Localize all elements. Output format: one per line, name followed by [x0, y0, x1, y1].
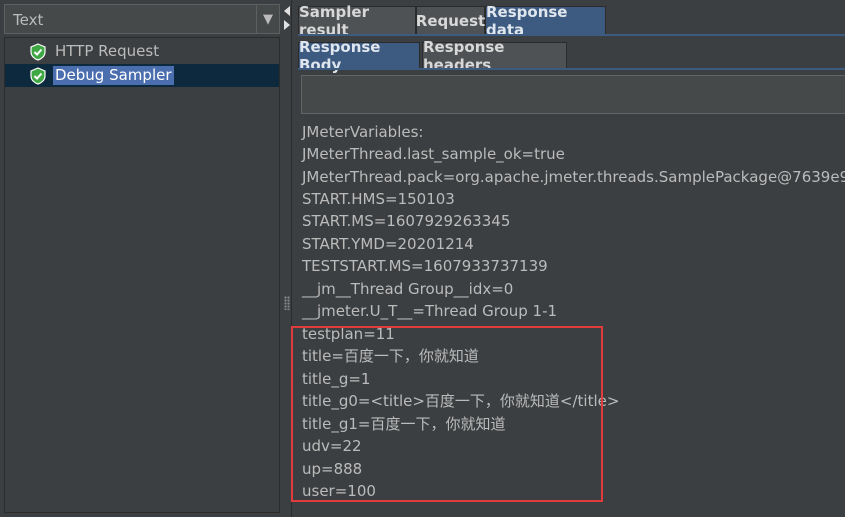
tree-item-debug-sampler[interactable]: Debug Sampler [5, 64, 279, 87]
response-line: TESTSTART.MS=1607933737139 [302, 257, 548, 275]
response-line: JMeterThread.last_sample_ok=true [302, 145, 565, 163]
results-tree: HTTP Request Debug Sampler [4, 37, 280, 513]
response-line: __jmeter.U_T__=Thread Group 1-1 [302, 302, 558, 320]
tab-response-data[interactable]: Response data [485, 3, 606, 39]
chevron-down-icon[interactable]: ▼ [256, 5, 279, 33]
renderer-select-value: Text [13, 11, 44, 29]
tab-underline [298, 68, 845, 70]
tree-item-http-request[interactable]: HTTP Request [5, 40, 279, 63]
shield-check-icon [30, 43, 46, 61]
tab-request[interactable]: Request [416, 6, 485, 35]
tree-item-label: Debug Sampler [53, 66, 174, 85]
highlight-annotation-box [291, 326, 603, 502]
shield-check-icon [30, 67, 46, 85]
response-line: JMeterThread.pack=org.apache.jmeter.thre… [302, 168, 845, 186]
results-tree-panel: Text ▼ HTTP Request Debug Sampler [0, 0, 285, 517]
expand-right-icon[interactable] [283, 20, 291, 30]
drag-grip-icon[interactable] [284, 296, 290, 310]
response-line: JMeterVariables: [302, 123, 424, 141]
tab-response-body[interactable]: Response Body [298, 38, 420, 74]
renderer-select[interactable]: Text ▼ [4, 4, 280, 34]
response-line: START.HMS=150103 [302, 190, 455, 208]
tab-underline [298, 34, 845, 36]
tree-item-label: HTTP Request [55, 42, 160, 60]
collapse-left-icon[interactable] [283, 6, 291, 16]
response-line: __jm__Thread Group__idx=0 [302, 280, 514, 298]
tab-sampler-result[interactable]: Sampler result [298, 3, 416, 39]
response-line: START.YMD=20201214 [302, 235, 474, 253]
tab-response-headers[interactable]: Response headers [422, 38, 567, 74]
response-line: START.MS=1607929263345 [302, 212, 511, 230]
search-input[interactable] [301, 75, 845, 114]
